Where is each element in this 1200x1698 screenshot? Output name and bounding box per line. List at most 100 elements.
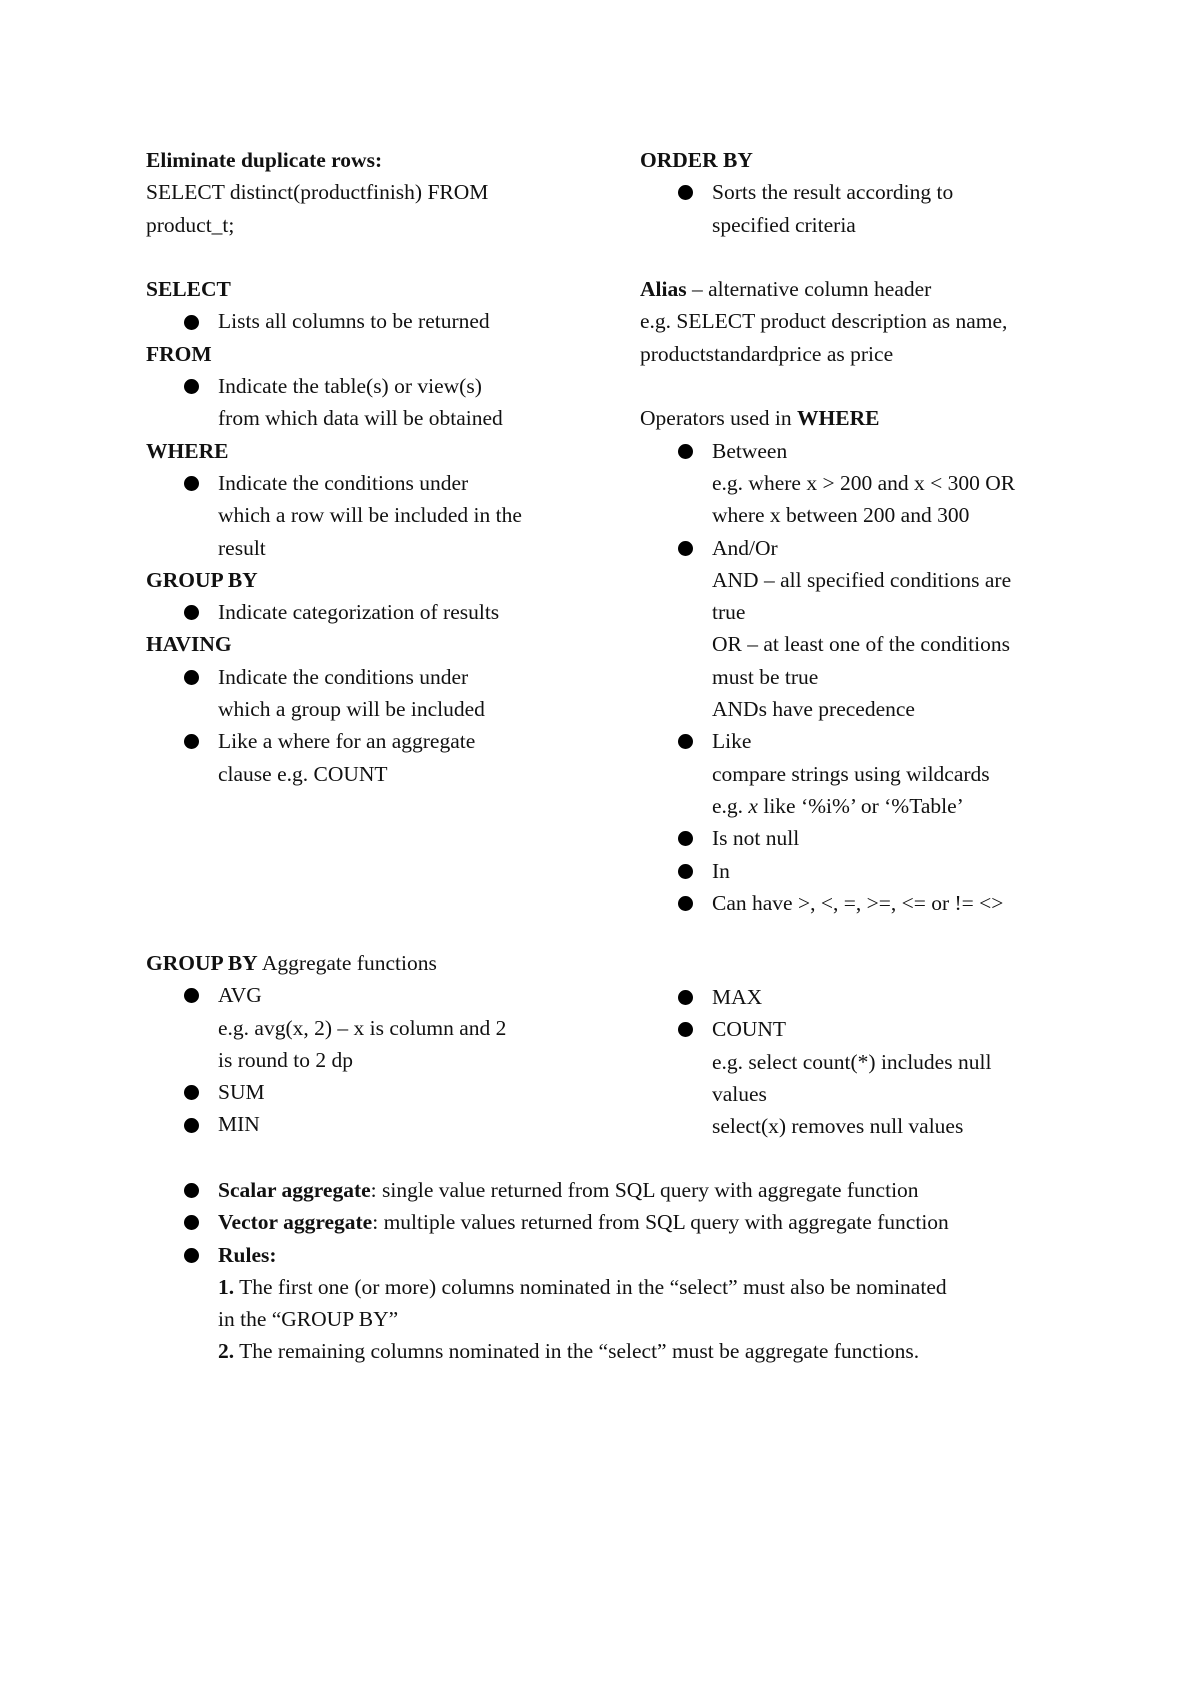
text-line: WHERE: [146, 435, 522, 467]
text-line: result: [146, 532, 522, 564]
section-right-top: ORDER BY Sorts the result according to spe…: [640, 144, 1015, 919]
text-line: ANDs have precedence: [640, 693, 1015, 725]
text-line: SELECT: [146, 273, 522, 305]
bullet-icon: [678, 1022, 693, 1038]
text: SUM: [218, 1080, 265, 1105]
text-line: SELECT distinct(productfinish) FROM: [146, 176, 522, 208]
text-line: Operators used in WHERE: [640, 402, 1015, 434]
text: e.g.: [712, 793, 749, 818]
text: AND – all specified conditions are: [712, 567, 1012, 592]
bold-text: SELECT: [146, 277, 231, 302]
text: e.g. avg(x, 2) – x is column and 2: [218, 1015, 507, 1040]
text-line: compare strings using wildcards: [640, 758, 1015, 790]
text-line: Eliminate duplicate rows:: [146, 144, 522, 176]
text: compare strings using wildcards: [712, 761, 990, 786]
bold-text: Scalar aggregate: [218, 1178, 371, 1202]
text-line: Alias – alternative column header: [640, 273, 1015, 305]
section-right-aggregate: MAX COUNT e.g. select count(*) includes nu…: [640, 981, 991, 1142]
bullet-icon: [184, 1117, 199, 1133]
text: – alternative column header: [686, 277, 932, 302]
bullet-icon: [184, 476, 199, 492]
bullet-icon: [184, 1215, 199, 1231]
text: : single value returned from SQL query w…: [370, 1178, 919, 1202]
bullet-icon: [678, 540, 693, 556]
text-line: 2. The remaining columns nominated in th…: [146, 1335, 949, 1367]
text: Indicate the table(s) or view(s): [218, 374, 482, 399]
text-line: select(x) removes null values: [640, 1110, 991, 1142]
text: result: [218, 535, 266, 560]
text-line: e.g. select count(*) includes null: [640, 1046, 991, 1078]
text-line: from which data will be obtained: [146, 402, 522, 434]
bold-text: 1.: [218, 1274, 235, 1299]
text: Operators used in: [640, 406, 798, 431]
bullet-icon: [678, 863, 693, 879]
bold-text: 2.: [218, 1339, 235, 1364]
text: productstandardprice as price: [640, 341, 894, 366]
text: e.g. SELECT product description as name,: [640, 309, 1008, 334]
text: where x between 200 and 300: [712, 503, 970, 528]
text: which a group will be included: [218, 697, 485, 722]
text-line: which a row will be included in the: [146, 499, 522, 531]
text: Indicate the conditions under: [218, 470, 469, 495]
bullet-item: MIN: [146, 1108, 506, 1140]
text-line: specified criteria: [640, 209, 1015, 241]
text: Lists all columns to be returned: [218, 309, 490, 334]
text-line: e.g. avg(x, 2) – x is column and 2: [146, 1012, 506, 1044]
text: x: [748, 793, 758, 818]
bold-text: HAVING: [146, 632, 232, 657]
bold-text: Rules:: [218, 1242, 277, 1267]
bullet-icon: [678, 443, 693, 459]
bullet-item: Indicate the conditions under: [146, 661, 522, 693]
text-line: clause e.g. COUNT: [146, 758, 522, 790]
text-line: must be true: [640, 661, 1015, 693]
text-line: where x between 200 and 300: [640, 499, 1015, 531]
text-line: ORDER BY: [640, 144, 1015, 176]
text: is round to 2 dp: [218, 1047, 353, 1072]
text: Aggregate functions: [257, 951, 437, 975]
text: from which data will be obtained: [218, 406, 503, 431]
text: like ‘%i%’ or ‘%Table’: [757, 793, 964, 818]
text: which a row will be included in the: [218, 503, 522, 528]
bold-text: ORDER BY: [640, 148, 753, 172]
text: In: [712, 858, 730, 883]
bullet-icon: [678, 831, 693, 847]
bullet-item: SUM: [146, 1076, 506, 1108]
section-bottom-rules: Scalar aggregate: single value returned …: [146, 1174, 949, 1368]
text: Sorts the result according to: [712, 180, 954, 205]
text: Can have >, <, =, >=, <= or != <>: [712, 890, 1004, 915]
text: values: [712, 1081, 767, 1106]
text: The remaining columns nominated in the “…: [234, 1339, 920, 1364]
text-line: FROM: [146, 338, 522, 370]
bold-text: WHERE: [146, 438, 229, 463]
bullet-item: Scalar aggregate: single value returned …: [146, 1174, 949, 1206]
bullet-icon: [678, 734, 693, 750]
text: Like a where for an aggregate: [218, 729, 476, 754]
text-line: HAVING: [146, 628, 522, 660]
bullet-icon: [678, 990, 693, 1006]
bullet-item: And/Or: [640, 532, 1015, 564]
bullet-item: MAX: [640, 981, 991, 1013]
bullet-icon: [184, 1183, 199, 1199]
bullet-item: Can have >, <, =, >=, <= or != <>: [640, 887, 1015, 919]
text: OR – at least one of the conditions: [712, 632, 1010, 657]
bold-text: Alias: [640, 277, 687, 302]
bullet-item: Like: [640, 725, 1015, 757]
bullet-item: Indicate the conditions under: [146, 467, 522, 499]
bold-text: FROM: [146, 341, 212, 366]
text-line: 1. The first one (or more) columns nomin…: [146, 1271, 949, 1303]
text: ANDs have precedence: [712, 697, 915, 722]
text: e.g. where x > 200 and x < 300 OR: [712, 470, 1016, 495]
text-line: true: [640, 596, 1015, 628]
text-line: AND – all specified conditions are: [640, 564, 1015, 596]
text-line: productstandardprice as price: [640, 338, 1015, 370]
bullet-icon: [678, 895, 693, 911]
text-line: in the “GROUP BY”: [146, 1303, 949, 1335]
bullet-item: AVG: [146, 979, 506, 1011]
section-left-top: Eliminate duplicate rows: SELECT distinct…: [146, 144, 522, 790]
bullet-item: Like a where for an aggregate: [146, 725, 522, 757]
bullet-item: Between: [640, 435, 1015, 467]
bullet-item: Vector aggregate: multiple values return…: [146, 1206, 949, 1238]
bullet-icon: [184, 1085, 199, 1101]
